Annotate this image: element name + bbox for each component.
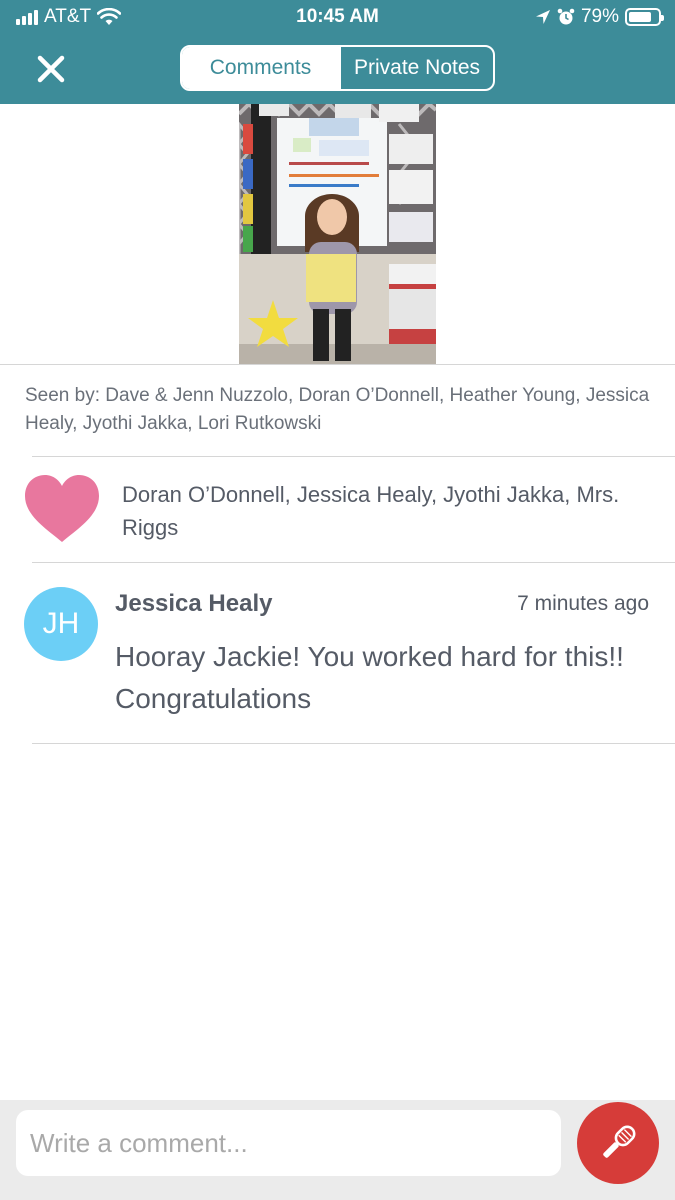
comment-timestamp: 7 minutes ago [517, 592, 649, 615]
divider [32, 562, 675, 563]
avatar: JH [24, 587, 98, 661]
liked-by-text: Doran O’Donnell, Jessica Healy, Jyothi J… [122, 482, 620, 540]
avatar-initials: JH [42, 607, 80, 640]
like-button[interactable] [24, 474, 100, 544]
microphone-icon [603, 1125, 636, 1158]
comment-author: Jessica Healy [115, 590, 273, 617]
status-bar: AT&T 10:45 AM 79% [0, 0, 675, 34]
tab-comments[interactable]: Comments [182, 47, 339, 89]
battery-icon [625, 8, 664, 26]
heart-icon [25, 475, 99, 542]
divider [32, 743, 675, 744]
tab-private-notes[interactable]: Private Notes [339, 47, 493, 89]
divider [0, 364, 675, 365]
location-icon [535, 10, 550, 24]
post-photo[interactable] [239, 104, 436, 365]
close-icon [37, 55, 65, 83]
comment-input[interactable] [16, 1110, 561, 1176]
alarm-icon [557, 8, 575, 25]
divider [32, 456, 675, 457]
close-button[interactable] [32, 50, 70, 88]
microphone-button[interactable] [577, 1102, 659, 1184]
seen-by-text: Seen by: Dave & Jenn Nuzzolo, Doran O’Do… [25, 385, 650, 434]
classroom-photo-image [239, 104, 436, 365]
comment-text: Hooray Jackie! You worked hard for this!… [115, 641, 624, 714]
battery-percent: 79% [580, 6, 619, 27]
tab-switcher: Comments Private Notes [180, 45, 495, 91]
